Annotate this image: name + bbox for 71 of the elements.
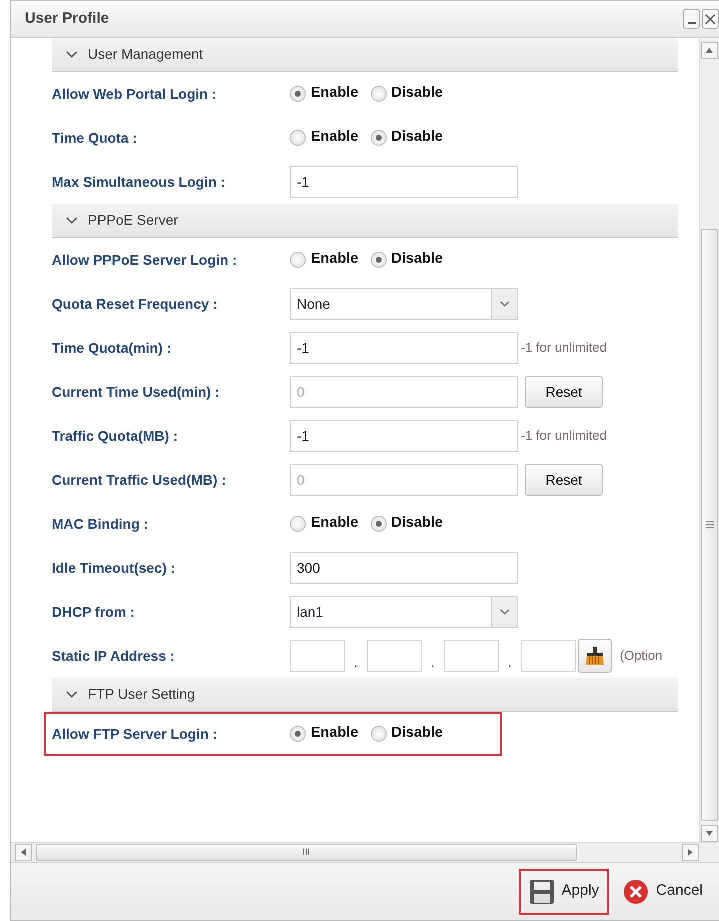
field-label: MAC Binding : <box>52 514 150 534</box>
field-label: DHCP from : <box>52 602 136 622</box>
hint-text: -1 for unlimited <box>521 427 607 446</box>
dropdown[interactable]: None <box>290 288 518 320</box>
radio-option[interactable]: Enable <box>290 249 359 271</box>
field-label: Allow FTP Server Login : <box>52 724 218 744</box>
ip-octet-field[interactable] <box>444 640 499 672</box>
right-arrow-icon <box>688 849 693 856</box>
field-label: Max Simultaneous Login : <box>52 172 226 192</box>
field-label: Traffic Quota(MB) : <box>52 426 179 446</box>
field-label: Allow Web Portal Login : <box>52 84 218 104</box>
input-field[interactable]: -1 <box>290 332 518 364</box>
close-icon <box>705 14 716 24</box>
dot-separator: . <box>353 655 359 672</box>
section-header[interactable]: FTP User Setting <box>52 678 678 712</box>
field-label: Current Traffic Used(MB) : <box>52 470 228 490</box>
cancel-icon <box>623 878 650 904</box>
scroll-left-button[interactable] <box>15 844 32 861</box>
minimize-button[interactable] <box>683 9 700 29</box>
broom-icon <box>584 646 606 666</box>
ip-octet-field[interactable] <box>521 640 576 672</box>
field-label: Idle Timeout(sec) : <box>52 558 176 578</box>
hint-text: (Option <box>620 647 663 666</box>
left-arrow-icon <box>21 849 26 856</box>
up-arrow-icon <box>706 48 713 53</box>
scroll-right-button[interactable] <box>682 844 699 861</box>
radio-option[interactable]: Enable <box>290 127 359 149</box>
ip-octet-field[interactable] <box>290 640 345 672</box>
input-field[interactable]: -1 <box>290 166 518 198</box>
minimize-icon <box>688 22 696 24</box>
input-field[interactable]: 300 <box>290 552 518 584</box>
hint-text: -1 for unlimited <box>521 339 607 358</box>
chevron-icon <box>66 216 78 224</box>
cancel-button[interactable]: Cancel <box>613 868 713 914</box>
ip-octet-field[interactable] <box>367 640 422 672</box>
section-header[interactable]: PPPoE Server <box>52 204 678 238</box>
dropdown[interactable]: lan1 <box>290 596 518 628</box>
field-label: Time Quota : <box>52 128 138 148</box>
section-header[interactable]: User Management <box>52 38 678 72</box>
radio-option[interactable]: Enable <box>290 513 359 535</box>
radio-option[interactable]: Disable <box>370 513 444 535</box>
scroll-down-button[interactable] <box>701 825 718 842</box>
input-field[interactable]: -1 <box>290 420 518 452</box>
scroll-thumb[interactable]: III <box>36 844 577 861</box>
down-arrow-icon <box>706 831 713 836</box>
clear-button[interactable] <box>578 639 612 673</box>
scroll-thumb[interactable] <box>701 229 718 821</box>
radio-option[interactable]: Disable <box>370 83 444 105</box>
grip-icon <box>706 521 714 529</box>
radio-option[interactable]: Disable <box>370 249 444 271</box>
radio-option[interactable]: Enable <box>290 83 359 105</box>
field-label: Allow PPPoE Server Login : <box>52 250 238 270</box>
field-label: Quota Reset Frequency : <box>52 294 219 314</box>
field-label: Current Time Used(min) : <box>52 382 221 402</box>
radio-option[interactable]: Disable <box>370 723 444 745</box>
field-label: Static IP Address : <box>52 646 176 666</box>
window-title: User Profile <box>25 8 110 29</box>
vertical-scrollbar[interactable] <box>699 38 719 842</box>
caret-icon <box>500 608 510 616</box>
radio-option[interactable]: Enable <box>290 723 359 745</box>
dot-separator: . <box>507 655 513 672</box>
apply-button[interactable]: Apply <box>518 868 610 914</box>
dot-separator: . <box>430 655 436 672</box>
chevron-icon <box>66 690 78 698</box>
horizontal-scrollbar[interactable]: III <box>11 842 719 862</box>
field-label: Time Quota(min) : <box>52 338 173 358</box>
scroll-up-button[interactable] <box>701 42 718 59</box>
close-button[interactable] <box>702 9 719 29</box>
caret-icon <box>500 300 510 308</box>
radio-option[interactable]: Disable <box>370 127 444 149</box>
chevron-icon <box>66 50 78 58</box>
